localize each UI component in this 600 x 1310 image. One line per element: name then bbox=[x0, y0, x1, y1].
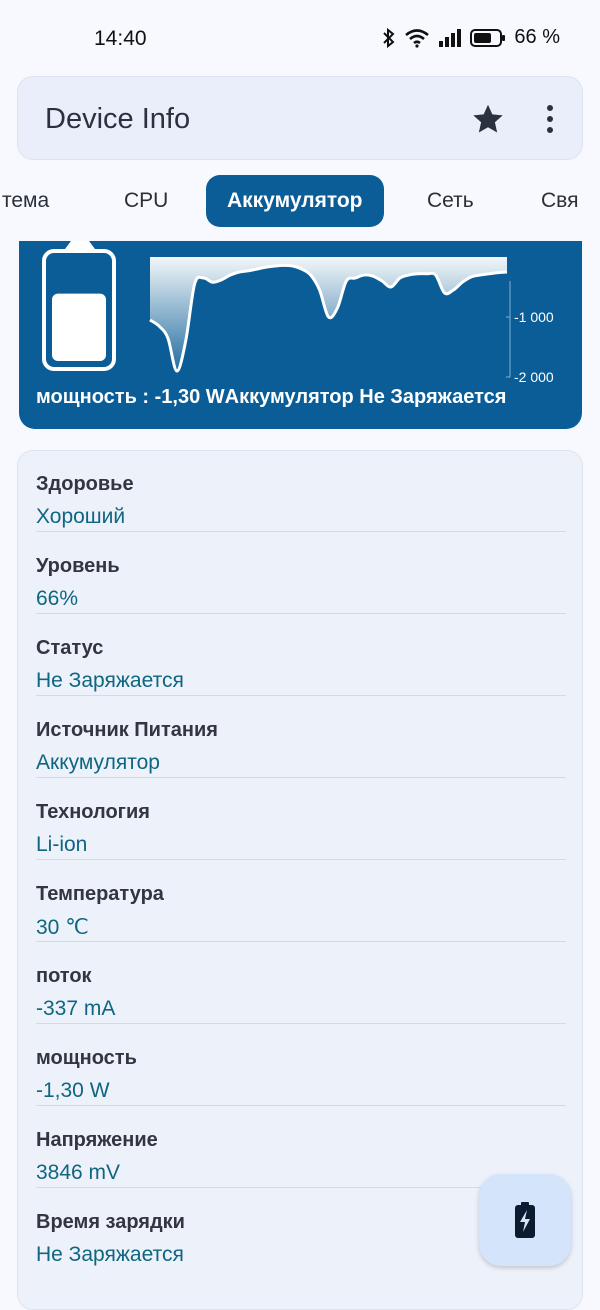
divider bbox=[36, 695, 566, 696]
battery-chart-card: -1 000 -2 000 мощность : -1,30 WАккумулят… bbox=[19, 241, 582, 429]
divider bbox=[36, 1105, 566, 1106]
battery-percent: 66 % bbox=[514, 26, 560, 48]
divider bbox=[36, 613, 566, 614]
divider bbox=[36, 941, 566, 942]
bluetooth-icon bbox=[383, 27, 395, 48]
info-value: 3846 mV bbox=[36, 1161, 121, 1184]
tab-system[interactable]: тема bbox=[2, 175, 49, 227]
info-value: -1,30 W bbox=[36, 1079, 110, 1102]
battery-level-fill bbox=[52, 293, 106, 361]
info-item-power: мощность -1,30 W bbox=[36, 1025, 566, 1106]
battery-icon bbox=[470, 28, 506, 47]
info-value: Не Заряжается bbox=[36, 669, 184, 692]
tab-cpu[interactable]: CPU bbox=[124, 175, 168, 227]
info-label: Температура bbox=[36, 883, 164, 905]
status-bar: 14:40 66 % bbox=[0, 0, 600, 78]
app-bar: Device Info bbox=[17, 76, 583, 160]
info-label: Источник Питания bbox=[36, 719, 218, 741]
info-label: поток bbox=[36, 965, 92, 987]
info-item-temperature: Температура 30 ℃ bbox=[36, 861, 566, 942]
status-time: 14:40 bbox=[94, 27, 147, 50]
info-item-health: Здоровье Хороший bbox=[36, 451, 566, 532]
info-label: Технология bbox=[36, 801, 150, 823]
chart-y-tick-label: -1 000 bbox=[514, 309, 554, 325]
info-value: Хороший bbox=[36, 505, 126, 528]
info-item-level: Уровень 66% bbox=[36, 533, 566, 614]
info-label: Здоровье bbox=[36, 473, 134, 495]
star-icon bbox=[473, 104, 503, 133]
info-label: мощность bbox=[36, 1047, 137, 1069]
info-value: Li-ion bbox=[36, 833, 88, 856]
battery-graphic bbox=[42, 241, 116, 371]
info-item-current: поток -337 mA bbox=[36, 943, 566, 1024]
tab-connectivity[interactable]: Свя bbox=[541, 175, 578, 227]
tab-bar: тема CPU Аккумулятор Сеть Свя bbox=[0, 175, 600, 229]
divider bbox=[36, 777, 566, 778]
chart-y-tick-label: -2 000 bbox=[514, 369, 554, 385]
chart-caption: мощность : -1,30 WАккумулятор Не Заряжае… bbox=[36, 386, 507, 408]
info-value: -337 mA bbox=[36, 997, 116, 1020]
tab-battery[interactable]: Аккумулятор bbox=[206, 175, 384, 227]
divider bbox=[36, 859, 566, 860]
more-vert-icon bbox=[547, 105, 553, 133]
info-item-technology: Технология Li-ion bbox=[36, 779, 566, 860]
favorite-button[interactable] bbox=[470, 101, 506, 137]
battery-charging-icon bbox=[515, 1202, 535, 1238]
info-item-voltage: Напряжение 3846 mV bbox=[36, 1107, 566, 1188]
info-value: Аккумулятор bbox=[36, 751, 160, 774]
chart-area-fill bbox=[150, 257, 507, 372]
info-label: Статус bbox=[36, 637, 104, 659]
info-label: Время зарядки bbox=[36, 1211, 185, 1233]
divider bbox=[36, 1023, 566, 1024]
info-item-status: Статус Не Заряжается bbox=[36, 615, 566, 696]
info-item-power-source: Источник Питания Аккумулятор bbox=[36, 697, 566, 778]
battery-cap bbox=[65, 241, 95, 249]
status-icons: 66 % bbox=[382, 26, 560, 49]
info-label: Напряжение bbox=[36, 1129, 158, 1151]
chart-y-axis: -1 000 -2 000 bbox=[506, 281, 554, 385]
divider bbox=[36, 531, 566, 532]
more-options-button[interactable] bbox=[538, 101, 562, 137]
chart-plot bbox=[149, 257, 508, 373]
tab-network[interactable]: Сеть bbox=[427, 175, 474, 227]
info-value: 30 ℃ bbox=[36, 916, 89, 939]
info-value: Не Заряжается bbox=[36, 1243, 184, 1266]
info-value: 66% bbox=[36, 587, 79, 610]
app-title: Device Info bbox=[45, 103, 191, 135]
info-label: Уровень bbox=[36, 555, 120, 577]
battery-fab-button[interactable] bbox=[479, 1174, 571, 1266]
signal-icon bbox=[439, 28, 462, 47]
wifi-icon bbox=[405, 28, 430, 48]
